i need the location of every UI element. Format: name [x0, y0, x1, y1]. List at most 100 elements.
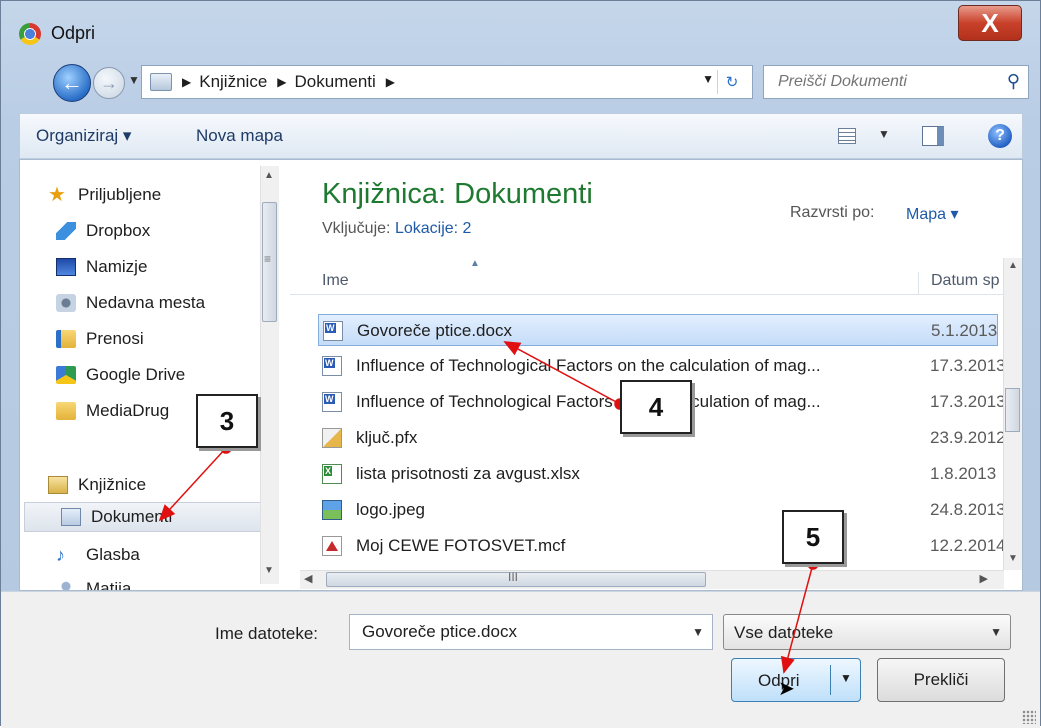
nav-item-downloads[interactable]: Prenosi — [56, 324, 286, 354]
filename-field[interactable]: ▼ — [349, 614, 713, 650]
filetype-select[interactable]: Vse datoteke ▼ — [723, 614, 1011, 650]
nav-item-music[interactable]: ♪ Glasba — [56, 540, 286, 570]
scroll-left-icon[interactable]: ◀ — [304, 572, 312, 585]
file-row[interactable]: lista prisotnosti za avgust.xlsx 1.8.201… — [318, 458, 998, 490]
sort-dropdown[interactable]: Mapa ▾ — [906, 204, 959, 224]
nav-label: Knjižnice — [78, 475, 147, 494]
files-horizontal-scrollbar[interactable]: ◀ III ▶ — [300, 570, 1004, 589]
file-row[interactable]: Moj CEWE FOTOSVET.mcf 12.2.2014 — [318, 530, 1006, 562]
nav-scrollbar[interactable]: ▲ ≡ ▼ — [260, 166, 279, 584]
nav-item-recent-places[interactable]: Nedavna mesta — [56, 288, 286, 318]
help-icon[interactable]: ? — [988, 124, 1012, 148]
word-icon — [322, 392, 342, 412]
scroll-down-icon[interactable]: ▼ — [1008, 553, 1018, 564]
column-header-row: ▲ Ime Datum sp — [290, 258, 1022, 295]
filename-dropdown-icon[interactable]: ▼ — [692, 625, 704, 639]
back-button[interactable]: ← — [53, 64, 91, 102]
word-icon — [323, 321, 343, 341]
recent-locations-dropdown[interactable]: ▼ — [128, 73, 140, 87]
scroll-up-icon[interactable]: ▲ — [264, 170, 274, 181]
scroll-up-icon[interactable]: ▲ — [1008, 260, 1018, 271]
chevron-right-icon[interactable]: ▶ — [277, 75, 286, 89]
nav-label: Nedavna mesta — [86, 293, 206, 312]
nav-label: Namizje — [86, 257, 148, 276]
step-3-callout: 3 — [196, 394, 258, 448]
scroll-thumb[interactable] — [1005, 388, 1020, 432]
mouse-cursor-icon: ➤ — [778, 678, 795, 700]
file-row[interactable]: Influence of Technological Factors on th… — [318, 350, 1006, 382]
content-area: ★ Priljubljene Dropbox Namizje Nedavna m… — [19, 159, 1023, 591]
search-input[interactable] — [776, 66, 1000, 98]
file-date: 23.9.2012 — [930, 428, 1006, 447]
word-icon — [322, 356, 342, 376]
organize-button[interactable]: Organiziraj ▾ — [36, 126, 131, 146]
open-button[interactable]: Odpri ▼ — [731, 658, 861, 702]
dropbox-icon — [56, 222, 76, 240]
refresh-icon[interactable]: ↻ — [717, 70, 746, 94]
nav-label: Matija — [86, 579, 132, 590]
nav-libraries[interactable]: Knjižnice — [48, 470, 278, 500]
file-row[interactable]: Govoreče ptice.docx 5.1.2013 — [318, 314, 998, 346]
sort-label: Razvrsti po: — [790, 204, 875, 221]
new-folder-button[interactable]: Nova mapa — [196, 126, 283, 146]
documents-library-icon — [61, 508, 81, 526]
file-row[interactable]: logo.jpeg 24.8.2013 — [318, 494, 1006, 526]
chevron-right-icon[interactable]: ▶ — [182, 75, 191, 89]
chrome-icon — [19, 23, 41, 45]
breadcrumb-dokumenti[interactable]: Dokumenti — [295, 72, 376, 92]
view-dropdown-icon[interactable]: ▼ — [878, 127, 890, 141]
nav-label: Prenosi — [86, 329, 144, 348]
chevron-right-icon[interactable]: ▶ — [386, 75, 395, 89]
nav-item-google-drive[interactable]: Google Drive — [56, 360, 286, 390]
filename-label: Ime datoteke: — [215, 624, 319, 643]
library-includes: Vključuje: Lokacije: 2 — [322, 220, 471, 238]
preview-pane-icon[interactable] — [922, 126, 944, 146]
view-options-icon[interactable] — [838, 128, 856, 144]
address-history-dropdown[interactable]: ▼ — [702, 72, 714, 86]
scroll-right-icon[interactable]: ▶ — [980, 572, 988, 585]
bottom-panel: Ime datoteke: ▼ Vse datoteke ▼ Odpri ▼ P… — [1, 591, 1040, 728]
split-divider — [830, 665, 831, 695]
files-pane: Knjižnica: Dokumenti Vključuje: Lokacije… — [290, 160, 1022, 590]
chevron-down-icon[interactable]: ▼ — [990, 625, 1002, 639]
nav-label: MediaDrug — [86, 401, 170, 420]
includes-label: Vključuje: — [322, 220, 391, 237]
nav-favorites[interactable]: ★ Priljubljene — [48, 180, 278, 210]
excel-icon — [322, 464, 342, 484]
search-box[interactable]: ⚲ — [763, 65, 1029, 99]
grip-icon: III — [508, 570, 519, 584]
close-button[interactable]: X — [958, 5, 1022, 41]
filename-input[interactable] — [360, 615, 684, 649]
nav-item-documents[interactable]: Dokumenti — [24, 502, 278, 532]
file-date: 17.3.2013 — [930, 356, 1006, 375]
folder-icon — [56, 402, 76, 420]
step-5-callout: 5 — [782, 510, 844, 564]
navigation-pane: ★ Priljubljene Dropbox Namizje Nedavna m… — [20, 160, 290, 590]
file-date: 12.2.2014 — [930, 536, 1006, 555]
breadcrumb-knjiznice[interactable]: Knjižnice — [199, 72, 267, 92]
file-date: 17.3.2013 — [930, 392, 1006, 411]
file-name: lista prisotnosti za avgust.xlsx — [356, 464, 580, 483]
image-icon — [322, 500, 342, 520]
locations-link[interactable]: Lokacije: 2 — [395, 220, 472, 237]
navigation-bar: ← → ▼ ▶ Knjižnice ▶ Dokumenti ▶ ▼ ↻ ⚲ — [1, 59, 1040, 103]
scroll-down-icon[interactable]: ▼ — [264, 565, 274, 576]
nav-item-desktop[interactable]: Namizje — [56, 252, 286, 282]
files-vertical-scrollbar[interactable]: ▲ ▼ — [1003, 258, 1022, 570]
nav-item-dropbox[interactable]: Dropbox — [56, 216, 286, 246]
user-folder-icon — [56, 580, 76, 590]
window-title: Odpri — [51, 23, 96, 43]
column-header-date[interactable]: Datum sp — [918, 272, 999, 294]
open-options-dropdown-icon[interactable]: ▼ — [840, 671, 852, 685]
forward-button[interactable]: → — [93, 67, 125, 99]
column-header-name[interactable]: Ime — [322, 272, 349, 290]
search-icon[interactable]: ⚲ — [1007, 71, 1020, 92]
address-bar[interactable]: ▶ Knjižnice ▶ Dokumenti ▶ ▼ ↻ — [141, 65, 753, 99]
library-title: Knjižnica: Dokumenti — [322, 178, 593, 210]
resize-grip-icon[interactable] — [1022, 710, 1036, 724]
nav-label: Priljubljene — [78, 185, 162, 204]
nav-item-matija[interactable]: Matija — [56, 574, 286, 590]
cancel-button[interactable]: Prekliči — [877, 658, 1005, 702]
nav-label: Google Drive — [86, 365, 186, 384]
grip-icon: ≡ — [264, 252, 272, 266]
